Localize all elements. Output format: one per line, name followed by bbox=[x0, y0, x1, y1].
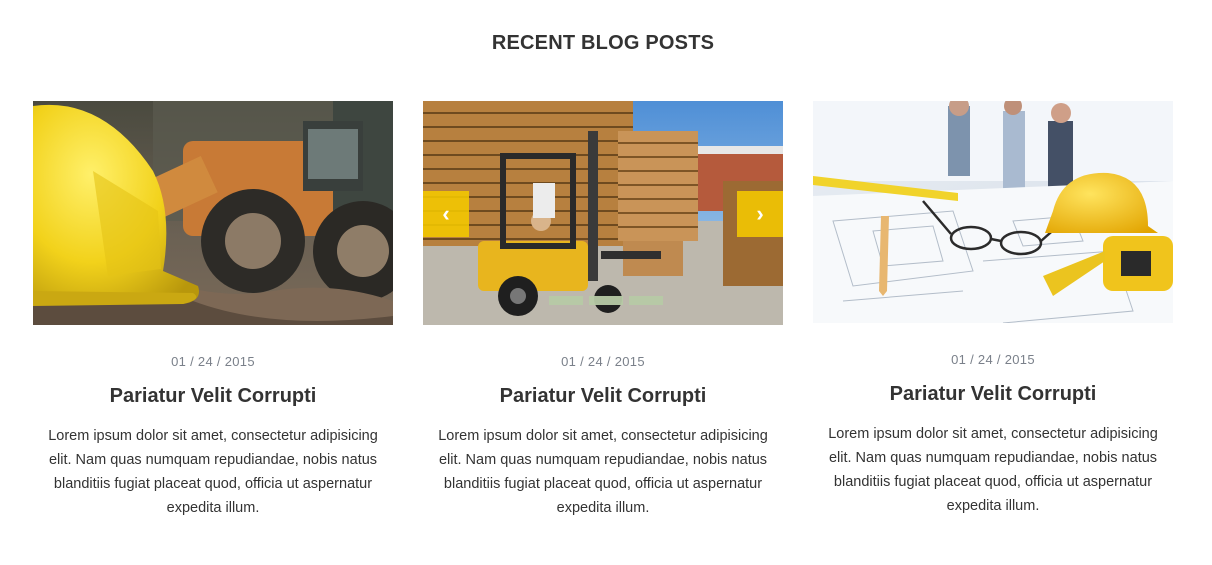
hard-hat-excavator-image bbox=[33, 101, 393, 325]
forklift-pallets-image bbox=[423, 101, 783, 325]
slider-prev-button[interactable]: ‹ bbox=[423, 191, 469, 237]
section-title: RECENT BLOG POSTS bbox=[491, 32, 715, 54]
post-title[interactable]: Pariatur Velit Corrupti bbox=[33, 382, 393, 410]
post-title[interactable]: Pariatur Velit Corrupti bbox=[813, 380, 1173, 408]
post-title[interactable]: Pariatur Velit Corrupti bbox=[423, 382, 783, 410]
post-date: 01 / 24 / 2015 bbox=[171, 354, 255, 369]
slider-dot[interactable] bbox=[549, 296, 583, 305]
post-date: 01 / 24 / 2015 bbox=[951, 352, 1035, 367]
slider-pagination bbox=[549, 296, 663, 305]
slider-next-button[interactable]: › bbox=[737, 191, 783, 237]
slider-dot[interactable] bbox=[589, 296, 623, 305]
post-excerpt: Lorem ipsum dolor sit amet, consectetur … bbox=[438, 428, 768, 516]
post-date: 01 / 24 / 2015 bbox=[561, 354, 645, 369]
post-image-slider[interactable]: ‹ › bbox=[423, 101, 783, 325]
post-excerpt: Lorem ipsum dolor sit amet, consectetur … bbox=[48, 428, 378, 516]
blueprints-team-image bbox=[813, 101, 1173, 323]
blog-post-card: ‹ › 01 / 24 / 2015 Pariatur Velit Corrup… bbox=[423, 101, 783, 520]
post-image[interactable] bbox=[813, 101, 1173, 323]
post-excerpt: Lorem ipsum dolor sit amet, consectetur … bbox=[828, 426, 1158, 514]
slider-dot[interactable] bbox=[629, 296, 663, 305]
blog-post-card: 01 / 24 / 2015 Pariatur Velit Corrupti L… bbox=[813, 101, 1173, 518]
post-image[interactable] bbox=[33, 101, 393, 325]
blog-post-card: 01 / 24 / 2015 Pariatur Velit Corrupti L… bbox=[33, 101, 393, 520]
